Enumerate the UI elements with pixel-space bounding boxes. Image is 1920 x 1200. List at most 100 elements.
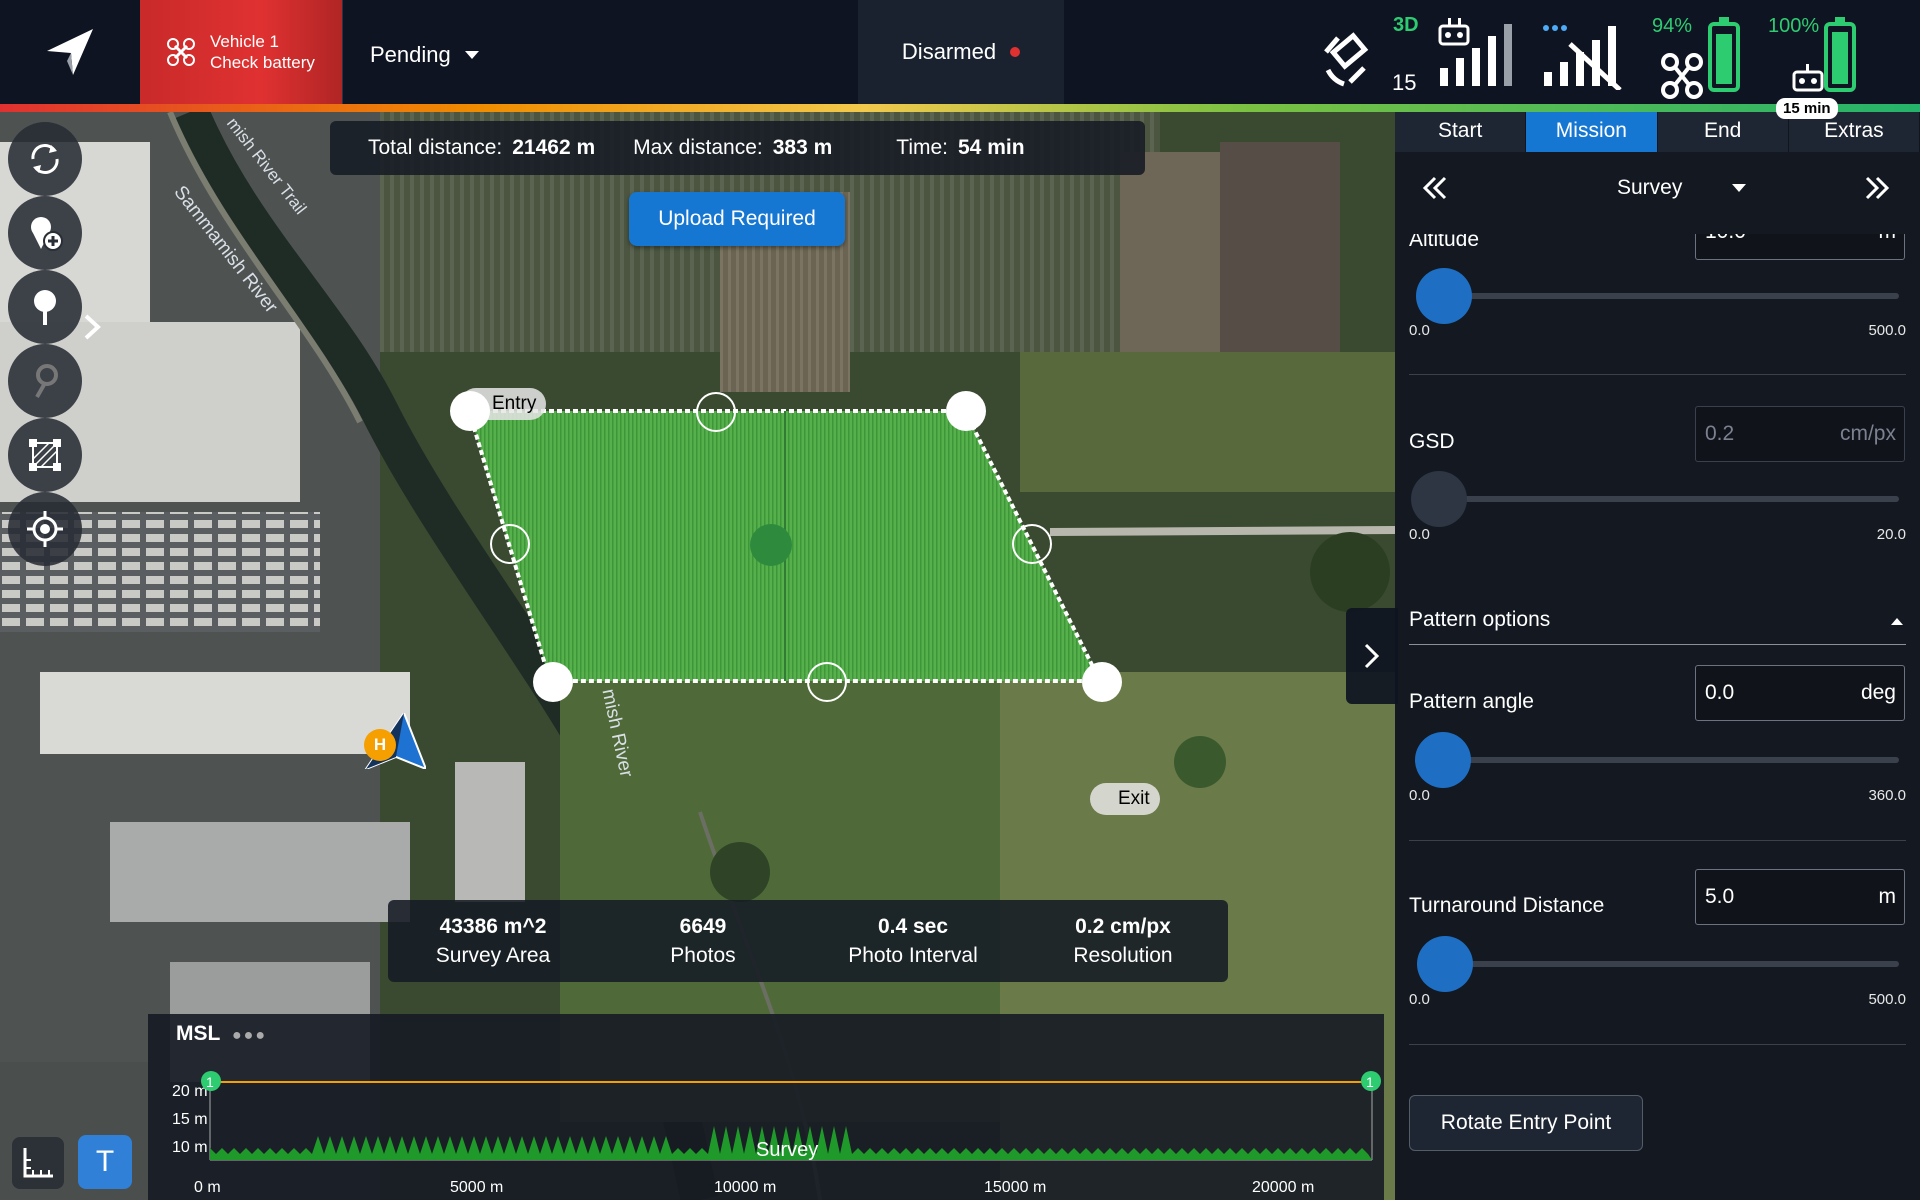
survey-area-label: Survey Area [435, 944, 551, 967]
roi-pin-icon[interactable] [8, 270, 82, 344]
terrain-profile-chart: 20 m 15 m 10 m 0 m 5000 m 10000 m 15000 … [172, 1071, 1381, 1196]
resolution-label: Resolution [1073, 944, 1173, 967]
gsd-field[interactable]: 0.2 cm/px [1695, 406, 1905, 462]
turnaround-distance-unit: m [1878, 885, 1897, 908]
terrain-x-tick: 10000 m [714, 1179, 776, 1196]
polygon-midpoint-handle[interactable] [807, 662, 847, 702]
pattern-angle-value: 0.0 [1705, 681, 1735, 704]
turnaround-distance-field[interactable]: 5.0 m [1695, 869, 1905, 925]
rotate-entry-point-button[interactable]: Rotate Entry Point [1409, 1095, 1643, 1151]
drone-warning-icon [167, 38, 195, 66]
home-icon: H [364, 729, 396, 761]
mission-editor-panel: Start Mission End Extras Survey Altitude… [1395, 112, 1920, 1200]
pattern-angle-slider-knob[interactable] [1415, 732, 1471, 788]
satellite-icon[interactable] [1318, 22, 1388, 92]
polygon-vertex[interactable] [1082, 662, 1122, 702]
survey-area-value: 43386 m^2 [439, 915, 547, 938]
vehicle-status-button[interactable]: Vehicle 1 Check battery [140, 0, 342, 104]
altitude-value: 10.0 [1705, 234, 1746, 244]
vehicle-battery-icon[interactable] [1660, 14, 1744, 100]
fit-view-icon[interactable] [8, 418, 82, 492]
terrain-x-tick: 5000 m [450, 1179, 503, 1196]
app-logo-icon[interactable] [0, 0, 140, 104]
terrain-toggle-button[interactable]: T [78, 1135, 132, 1189]
time-value: 54 min [958, 136, 1025, 159]
top-toolbar: Vehicle 1 Check battery Pending Disarmed… [0, 0, 1920, 119]
gsd-slider-knob[interactable] [1411, 471, 1467, 527]
gsd-slider[interactable] [1417, 496, 1899, 502]
pattern-angle-field[interactable]: 0.0 deg [1695, 665, 1905, 721]
add-waypoint-icon[interactable] [8, 196, 82, 270]
turnaround-max: 500.0 [1868, 991, 1906, 1008]
turnaround-min: 0.0 [1409, 991, 1430, 1008]
mission-stats-bar: Total distance: 21462 m Max distance: 38… [330, 121, 1145, 175]
time-label: Time: [896, 136, 948, 159]
altitude-unit: m [1879, 234, 1897, 244]
arm-status-button[interactable]: Disarmed [858, 0, 1064, 104]
terrain-x-tick: 0 m [194, 1179, 221, 1196]
ruler-icon[interactable] [12, 1137, 64, 1189]
flight-mode-dropdown[interactable]: Pending [370, 42, 479, 68]
divider [342, 0, 343, 104]
tab-start[interactable]: Start [1395, 112, 1527, 152]
gsd-label: GSD [1409, 430, 1455, 453]
altitude-max: 500.0 [1868, 322, 1906, 339]
expand-toolbar-icon[interactable] [80, 314, 106, 340]
polygon-center-handle[interactable] [750, 524, 792, 566]
polygon-vertex[interactable] [533, 662, 573, 702]
polygon-vertex[interactable] [946, 391, 986, 431]
altitude-slider[interactable] [1417, 293, 1899, 299]
polygon-midpoint-handle[interactable] [696, 392, 736, 432]
sync-mission-icon[interactable] [8, 122, 82, 196]
satellite-count: 15 [1392, 70, 1417, 95]
turnaround-distance-value: 5.0 [1705, 885, 1735, 908]
divider [1409, 374, 1906, 375]
previous-item-icon[interactable] [1421, 174, 1449, 202]
pattern-tool-icon[interactable] [8, 344, 82, 418]
tab-mission[interactable]: Mission [1526, 112, 1658, 152]
telemetry-signal-icon[interactable] [1540, 18, 1624, 90]
polygon-vertex[interactable] [450, 391, 490, 431]
total-distance-value: 21462 m [512, 136, 596, 159]
altitude-field[interactable]: 10.0 m [1695, 234, 1905, 260]
polygon-midpoint-handle[interactable] [490, 524, 530, 564]
panel-scroll-area[interactable]: Altitude 10.0 m 0.0 500.0 GSD 0.2 cm/px … [1395, 234, 1920, 1200]
rc-signal-icon[interactable] [1436, 18, 1514, 90]
survey-summary-panel: 43386 m^2 Survey Area 6649 Photos 0.4 se… [388, 900, 1228, 982]
turnaround-slider-knob[interactable] [1417, 936, 1473, 992]
gsd-min: 0.0 [1409, 526, 1430, 543]
gsd-value: 0.2 [1705, 422, 1735, 445]
terrain-start-marker-label: 1 [206, 1074, 214, 1090]
flight-time-badge: 15 min [1776, 98, 1838, 119]
map-view[interactable]: Entry Exit Sammamish River mish River Tr… [0, 112, 1395, 1200]
pattern-angle-slider[interactable] [1417, 757, 1899, 763]
gsd-unit: cm/px [1839, 422, 1896, 445]
chevron-down-icon [1732, 184, 1747, 192]
terrain-series-label: Survey [756, 1139, 818, 1161]
chevron-up-icon[interactable] [1889, 616, 1905, 626]
turnaround-slider[interactable] [1417, 961, 1899, 967]
terrain-profile-panel[interactable]: MSL ●●● 20 m 15 m 10 m 0 m 5000 m 10000 … [148, 1014, 1384, 1200]
polygon-midpoint-handle[interactable] [1012, 524, 1052, 564]
gps-fix-type: 3D [1393, 14, 1419, 36]
terrain-x-tick: 15000 m [984, 1179, 1046, 1196]
pattern-options-header[interactable]: Pattern options [1409, 608, 1550, 632]
terrain-y-tick: 10 m [172, 1139, 208, 1156]
controller-battery-icon[interactable] [1790, 14, 1860, 100]
next-item-icon[interactable] [1863, 174, 1891, 202]
photo-interval-label: Photo Interval [848, 944, 978, 967]
upload-required-button[interactable]: Upload Required [629, 192, 845, 246]
pattern-type-dropdown[interactable]: Survey [1617, 176, 1747, 200]
tab-end[interactable]: End [1657, 112, 1789, 152]
altitude-label: Altitude [1409, 234, 1480, 251]
panel-collapse-button[interactable] [1346, 608, 1398, 704]
altitude-slider-knob[interactable] [1416, 268, 1472, 324]
home-position-marker[interactable]: H [363, 710, 428, 772]
photos-value: 6649 [679, 915, 727, 938]
mission-tabs: Start Mission End Extras [1395, 112, 1920, 152]
exit-marker[interactable]: Exit [1090, 783, 1160, 815]
entry-label: Entry [492, 393, 537, 414]
pattern-angle-min: 0.0 [1409, 787, 1430, 804]
center-map-icon[interactable] [8, 492, 82, 566]
divider [1409, 840, 1906, 841]
